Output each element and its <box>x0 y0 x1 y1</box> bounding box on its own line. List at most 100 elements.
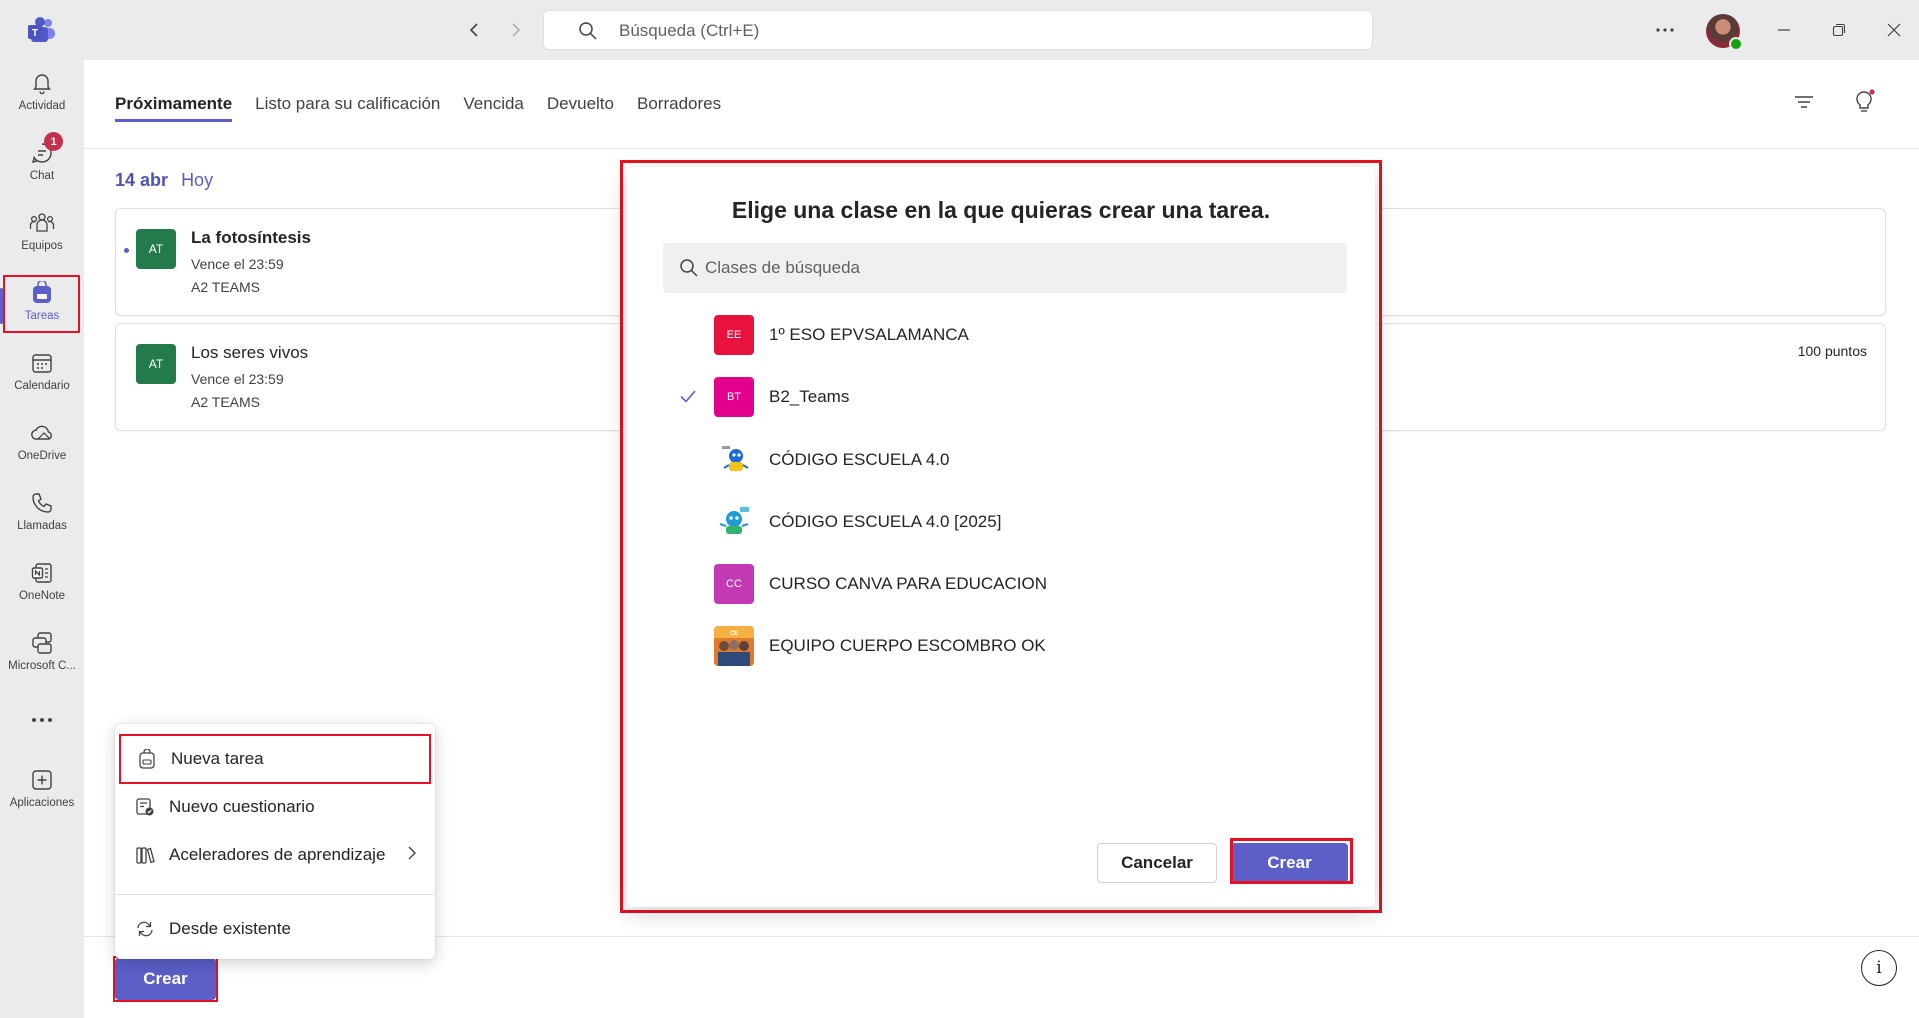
assignment-due: Vence el 23:59 <box>191 371 284 387</box>
rail-label: OneNote <box>18 590 66 602</box>
global-search-box[interactable]: Búsqueda (Ctrl+E) <box>543 10 1373 50</box>
search-placeholder: Búsqueda (Ctrl+E) <box>619 21 760 40</box>
class-name: CÓDIGO ESCUELA 4.0 <box>769 450 950 469</box>
class-item-codigo-escuela-2025[interactable]: CÓDIGO ESCUELA 4.0 [2025] <box>663 495 1347 549</box>
team-photo-image-icon: CE <box>714 626 754 666</box>
rail-item-llamadas[interactable]: Llamadas <box>0 490 84 552</box>
search-icon <box>680 259 698 277</box>
dialog-create-highlight-frame <box>1230 838 1353 884</box>
class-name: 1º ESO EPVSALAMANCA <box>769 325 969 344</box>
presence-available-icon <box>1729 37 1743 51</box>
class-avatar: CC <box>714 564 754 604</box>
class-avatar: AT <box>136 344 176 384</box>
menu-item-label: Nuevo cuestionario <box>169 797 315 816</box>
books-icon <box>133 843 157 867</box>
menu-item-desde-existente[interactable]: Desde existente <box>119 904 431 954</box>
cancel-button[interactable]: Cancelar <box>1097 843 1217 883</box>
filter-icon[interactable] <box>1792 90 1816 114</box>
chat-icon: 1 <box>29 132 63 166</box>
lightbulb-icon[interactable] <box>1852 88 1876 116</box>
svg-text:CE: CE <box>730 631 738 637</box>
tareas-highlight-frame <box>3 275 80 333</box>
choose-class-dialog: Elige una clase en la que quieras crear … <box>627 167 1375 907</box>
dialog-title: Elige una clase en la que quieras crear … <box>731 197 1271 223</box>
rail-label: Equipos <box>21 240 63 252</box>
cloud-icon <box>29 420 55 446</box>
tab-proximamente[interactable]: Próximamente <box>115 88 233 122</box>
assignment-class: A2 TEAMS <box>191 394 260 410</box>
today-label: Hoy <box>181 170 214 190</box>
rail-label: Aplicaciones <box>9 797 75 809</box>
menu-item-label: Nueva tarea <box>171 749 264 768</box>
rail-item-calendario[interactable]: Calendario <box>0 350 84 412</box>
assignment-points: 100 puntos <box>1797 343 1867 359</box>
menu-item-aceleradores[interactable]: Aceleradores de aprendizaje <box>119 830 431 880</box>
class-search-input[interactable] <box>705 243 1325 293</box>
assignment-title: Los seres vivos <box>191 343 309 362</box>
class-name: CURSO CANVA PARA EDUCACION <box>769 574 1048 593</box>
chevron-right-icon <box>408 846 416 860</box>
app-rail: Actividad 1 Chat Equipos Tareas Calendar… <box>0 60 84 1018</box>
menu-item-nuevo-cuestionario[interactable]: Nuevo cuestionario <box>119 782 431 832</box>
close-window-icon[interactable] <box>1878 14 1910 46</box>
rail-more-apps[interactable] <box>0 707 84 743</box>
user-avatar[interactable] <box>1706 14 1743 51</box>
restore-icon[interactable] <box>1823 14 1855 46</box>
tabs-divider <box>84 148 1919 149</box>
assignment-title: La fotosíntesis <box>191 228 311 247</box>
onenote-icon <box>29 560 55 586</box>
backpack-icon <box>135 747 159 771</box>
class-search-box[interactable] <box>663 243 1347 293</box>
more-options-icon[interactable] <box>1649 14 1681 46</box>
rail-label: Llamadas <box>17 520 67 532</box>
rail-item-aplicaciones[interactable]: Aplicaciones <box>0 767 84 829</box>
assignment-class: A2 TEAMS <box>191 279 260 295</box>
tab-vencida[interactable]: Vencida <box>463 88 524 120</box>
checkmark-icon <box>680 390 696 403</box>
info-icon[interactable]: i <box>1861 950 1897 986</box>
class-name: EQUIPO CUERPO ESCOMBRO OK <box>769 636 1046 655</box>
search-icon <box>579 22 597 40</box>
rail-label: Chat <box>29 170 55 182</box>
chat-unread-badge: 1 <box>44 132 63 151</box>
class-item-codigo-escuela[interactable]: CÓDIGO ESCUELA 4.0 <box>663 433 1347 487</box>
rail-item-onedrive[interactable]: OneDrive <box>0 420 84 482</box>
phone-icon <box>29 490 55 516</box>
class-name: CÓDIGO ESCUELA 4.0 [2025] <box>769 512 1002 531</box>
tab-devuelto[interactable]: Devuelto <box>547 88 614 120</box>
class-item-curso-canva[interactable]: CC CURSO CANVA PARA EDUCACION <box>663 557 1347 611</box>
rail-item-microsoft-copilot[interactable]: Microsoft C... <box>0 630 84 692</box>
forward-arrow-icon[interactable] <box>502 16 530 44</box>
back-arrow-icon[interactable] <box>460 16 488 44</box>
quiz-icon <box>133 795 157 819</box>
class-avatar: AT <box>136 229 176 269</box>
teams-icon <box>29 210 55 236</box>
rail-label: Microsoft C... <box>8 660 76 672</box>
menu-item-label: Desde existente <box>169 919 291 938</box>
tab-listo-para-calificacion[interactable]: Listo para su calificación <box>255 88 440 120</box>
rail-item-onenote[interactable]: OneNote <box>0 560 84 622</box>
tab-borradores[interactable]: Borradores <box>637 88 721 120</box>
date-label: 14 abr <box>115 170 169 190</box>
class-item-b2-teams[interactable]: BT B2_Teams <box>663 370 1347 424</box>
minimize-icon[interactable] <box>1768 14 1800 46</box>
teams-logo-icon[interactable]: T <box>26 14 58 46</box>
copilot-icon <box>29 630 55 656</box>
more-icon <box>29 707 55 733</box>
rail-label: OneDrive <box>17 450 67 462</box>
rail-item-chat[interactable]: 1 Chat <box>0 132 84 202</box>
class-item-equipo-cuerpo-escombro[interactable]: CE EQUIPO CUERPO ESCOMBRO OK <box>663 619 1347 673</box>
rail-label: Calendario <box>14 380 70 392</box>
robot-class-image-icon <box>714 440 754 480</box>
menu-divider <box>115 894 435 895</box>
rail-label: Actividad <box>18 100 66 112</box>
title-bar: T Búsqueda (Ctrl+E) <box>0 0 1919 60</box>
add-apps-icon <box>29 767 55 793</box>
rail-item-equipos[interactable]: Equipos <box>0 210 84 272</box>
rail-item-actividad[interactable]: Actividad <box>0 70 84 132</box>
class-item-1-eso-epvsalamanca[interactable]: EE 1º ESO EPVSALAMANCA <box>663 308 1347 362</box>
create-highlight-frame <box>113 956 218 1002</box>
menu-item-nueva-tarea[interactable]: Nueva tarea <box>119 734 431 784</box>
reuse-icon <box>133 917 157 941</box>
menu-item-label: Aceleradores de aprendizaje <box>169 845 386 864</box>
